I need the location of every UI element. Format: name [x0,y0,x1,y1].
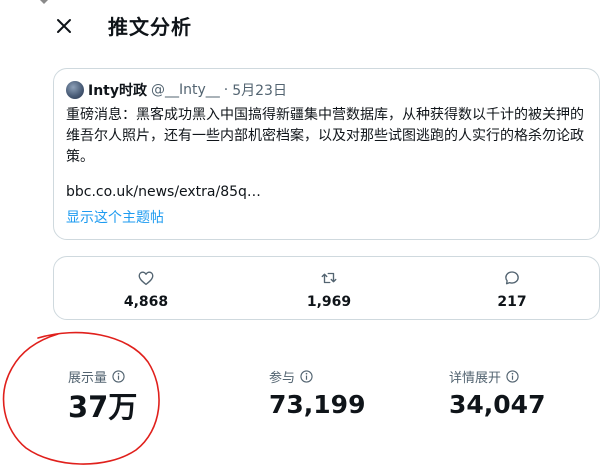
engagements-value: 73,199 [269,390,366,419]
corner-mark [40,0,48,4]
impressions-label: 展示量 [68,371,108,386]
detail-expands-stat: 详情展开 34,047 [449,367,545,417]
info-icon[interactable] [506,370,519,383]
info-icon[interactable] [300,370,313,383]
tweet-link[interactable]: bbc.co.uk/news/extra/85q… [66,184,261,200]
impressions-stat: 展示量 37万 [68,367,137,422]
engagements-stat: 参与 73,199 [269,367,365,417]
likes-count: 4,868 [123,294,169,310]
retweets-count: 1,969 [306,294,352,310]
detail-expands-label: 详情展开 [449,371,502,386]
heart-icon [138,271,154,286]
retweets-metric[interactable]: 1,969 [279,269,379,310]
close-icon [57,19,71,33]
close-button[interactable] [50,12,78,40]
avatar[interactable] [66,81,84,99]
tweet-text: 重磅消息：黑客成功黑入中国搞得新疆集中营数据库，从种获得数以千计的被关押的维吾尔… [66,107,584,165]
retweet-icon [321,272,337,284]
tweet-date[interactable]: 5月23日 [232,80,287,100]
info-icon[interactable] [112,370,125,383]
quoted-tweet-card[interactable]: Inty时政 @__Inty__ · 5月23日 重磅消息：黑客成功黑入中国搞得… [53,68,600,240]
impressions-value: 37万 [68,390,138,424]
detail-expands-label-row: 详情展开 [449,367,545,386]
separator-dot: · [223,82,229,98]
header: 推文分析 [0,0,600,52]
impressions-label-row: 展示量 [68,367,137,386]
show-thread-link[interactable]: 显示这个主题帖 [66,207,164,227]
replies-count: 217 [497,294,527,310]
tweet-header: Inty时政 @__Inty__ · 5月23日 [66,81,287,99]
author-handle[interactable]: @__Inty__ [151,82,220,98]
engagement-metrics-card: 4,868 1,969 217 [53,256,600,320]
page-title: 推文分析 [108,15,192,39]
reply-icon [505,271,519,285]
likes-metric[interactable]: 4,868 [96,269,196,310]
engagements-label-row: 参与 [269,367,365,386]
detail-expands-value: 34,047 [449,390,546,419]
engagements-label: 参与 [269,371,296,386]
author-name[interactable]: Inty时政 [88,80,147,100]
replies-metric[interactable]: 217 [462,269,562,310]
